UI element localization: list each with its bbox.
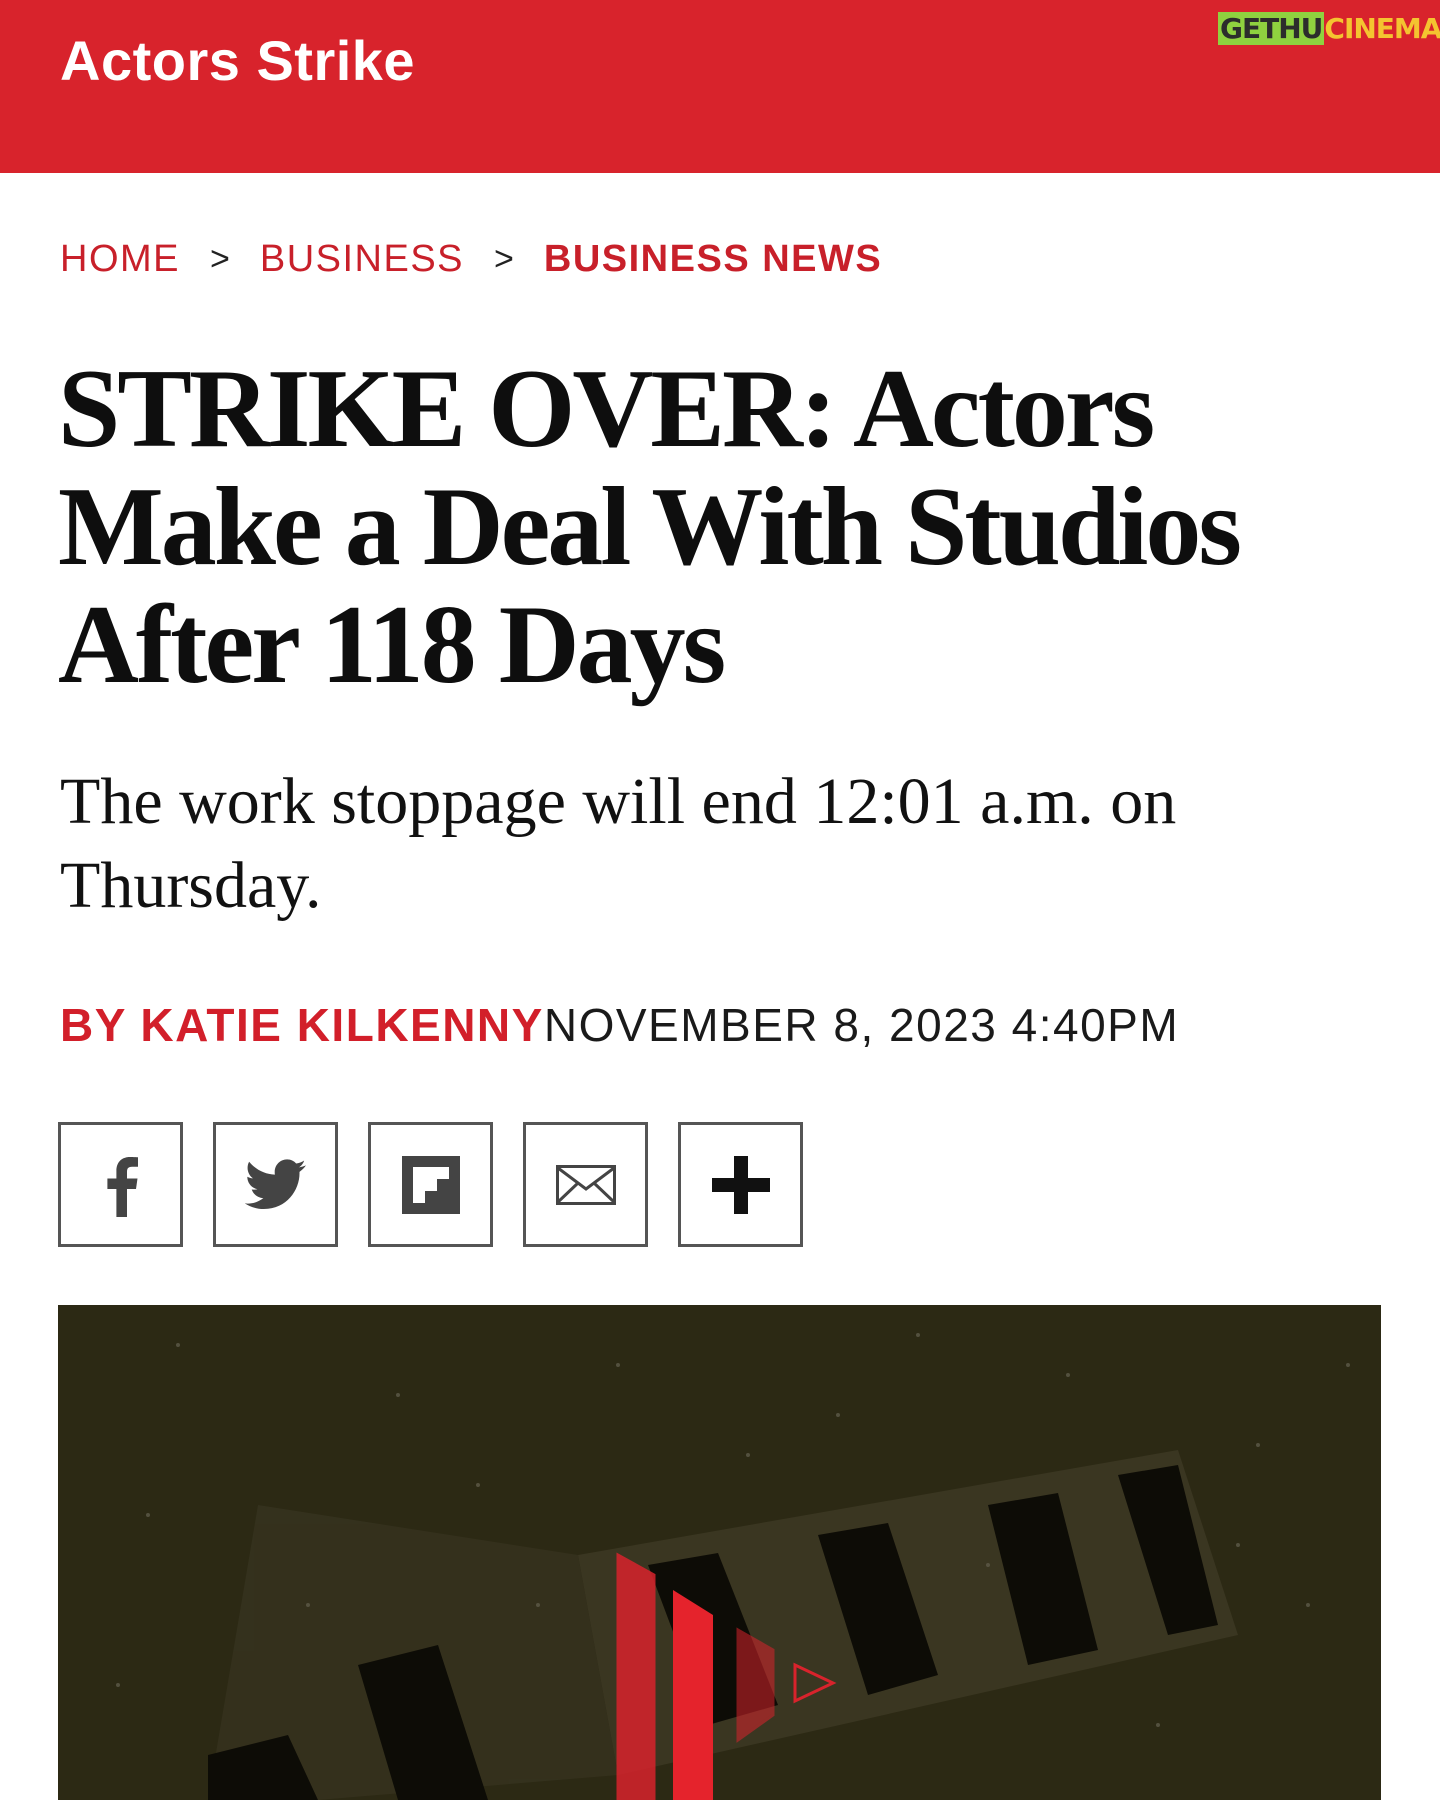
author-link[interactable]: BY KATIE KILKENNY (60, 999, 544, 1051)
email-icon (555, 1164, 616, 1205)
share-facebook-button[interactable] (58, 1122, 183, 1247)
share-flipboard-button[interactable] (368, 1122, 493, 1247)
breadcrumb-separator: > (210, 240, 230, 278)
flipboard-icon (401, 1155, 460, 1214)
share-more-button[interactable] (678, 1122, 803, 1247)
article-dek: The work stoppage will end 12:01 a.m. on… (60, 765, 1177, 922)
hero-video[interactable] (58, 1305, 1381, 1800)
clapperboard-image (116, 1333, 1350, 1800)
publish-date: NOVEMBER 8, 2023 4:40PM (543, 999, 1180, 1051)
watermark-part1: GETHU (1218, 12, 1325, 45)
watermark-part2: CINEMA (1324, 12, 1440, 45)
share-bar (58, 1122, 803, 1247)
section-banner: Actors Strike GETHUCINEMA (0, 0, 1440, 173)
section-title[interactable]: Actors Strike (60, 28, 415, 93)
share-email-button[interactable] (523, 1122, 648, 1247)
plus-icon (711, 1155, 770, 1214)
breadcrumb-home[interactable]: HOME (60, 238, 180, 281)
breadcrumb: HOME > BUSINESS > BUSINESS NEWS (60, 238, 882, 281)
watermark-text: GETHUCINEMA (1218, 12, 1440, 45)
twitter-icon (244, 1158, 306, 1209)
article-headline: STRIKE OVER: Actors Make a Deal With Stu… (58, 347, 1242, 707)
breadcrumb-business-news[interactable]: BUSINESS NEWS (544, 238, 882, 281)
breadcrumb-separator: > (494, 240, 514, 278)
byline: BY KATIE KILKENNYNOVEMBER 8, 2023 4:40PM (60, 998, 1179, 1052)
breadcrumb-business[interactable]: BUSINESS (260, 238, 464, 281)
facebook-icon (106, 1156, 138, 1217)
share-twitter-button[interactable] (213, 1122, 338, 1247)
watermark-logo: GETHUCINEMA (1216, 4, 1440, 54)
